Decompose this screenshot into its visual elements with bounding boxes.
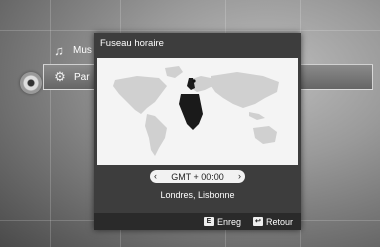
- menu-item-music[interactable]: ♫ Mus: [51, 37, 92, 63]
- disc-icon: [20, 72, 42, 94]
- world-map[interactable]: [97, 58, 298, 165]
- save-label: Enreg: [216, 216, 241, 227]
- timezone-value: GMT + 00:00: [171, 171, 224, 182]
- save-button[interactable]: E Enreg: [203, 216, 241, 227]
- gear-icon: ⚙: [54, 69, 66, 84]
- world-map-graphic: [113, 66, 279, 156]
- timezone-selector[interactable]: ‹ GMT + 00:00 ›: [150, 170, 245, 183]
- grid-line: [0, 30, 380, 31]
- tv-settings-screen: ♫ Mus ⚙ Par Fuseau horaire ‹ GMT + 00:00…: [0, 0, 380, 247]
- enter-key-icon: E: [203, 217, 214, 226]
- return-key-icon: ↩: [252, 217, 263, 226]
- return-label: Retour: [265, 216, 293, 227]
- chevron-right-icon[interactable]: ›: [238, 170, 241, 183]
- dialog-title: Fuseau horaire: [100, 38, 164, 49]
- timezone-city: Londres, Lisbonne: [160, 190, 235, 200]
- chevron-left-icon[interactable]: ‹: [154, 170, 157, 183]
- return-button[interactable]: ↩ Retour: [252, 216, 293, 227]
- menu-item-label: Mus: [73, 44, 92, 56]
- timezone-dialog: Fuseau horaire ‹ GMT + 00:00 › Londres, …: [94, 33, 301, 230]
- dialog-footer: E Enreg ↩ Retour: [94, 213, 301, 230]
- music-note-icon: ♫: [54, 42, 64, 58]
- menu-item-label: Par: [74, 71, 90, 83]
